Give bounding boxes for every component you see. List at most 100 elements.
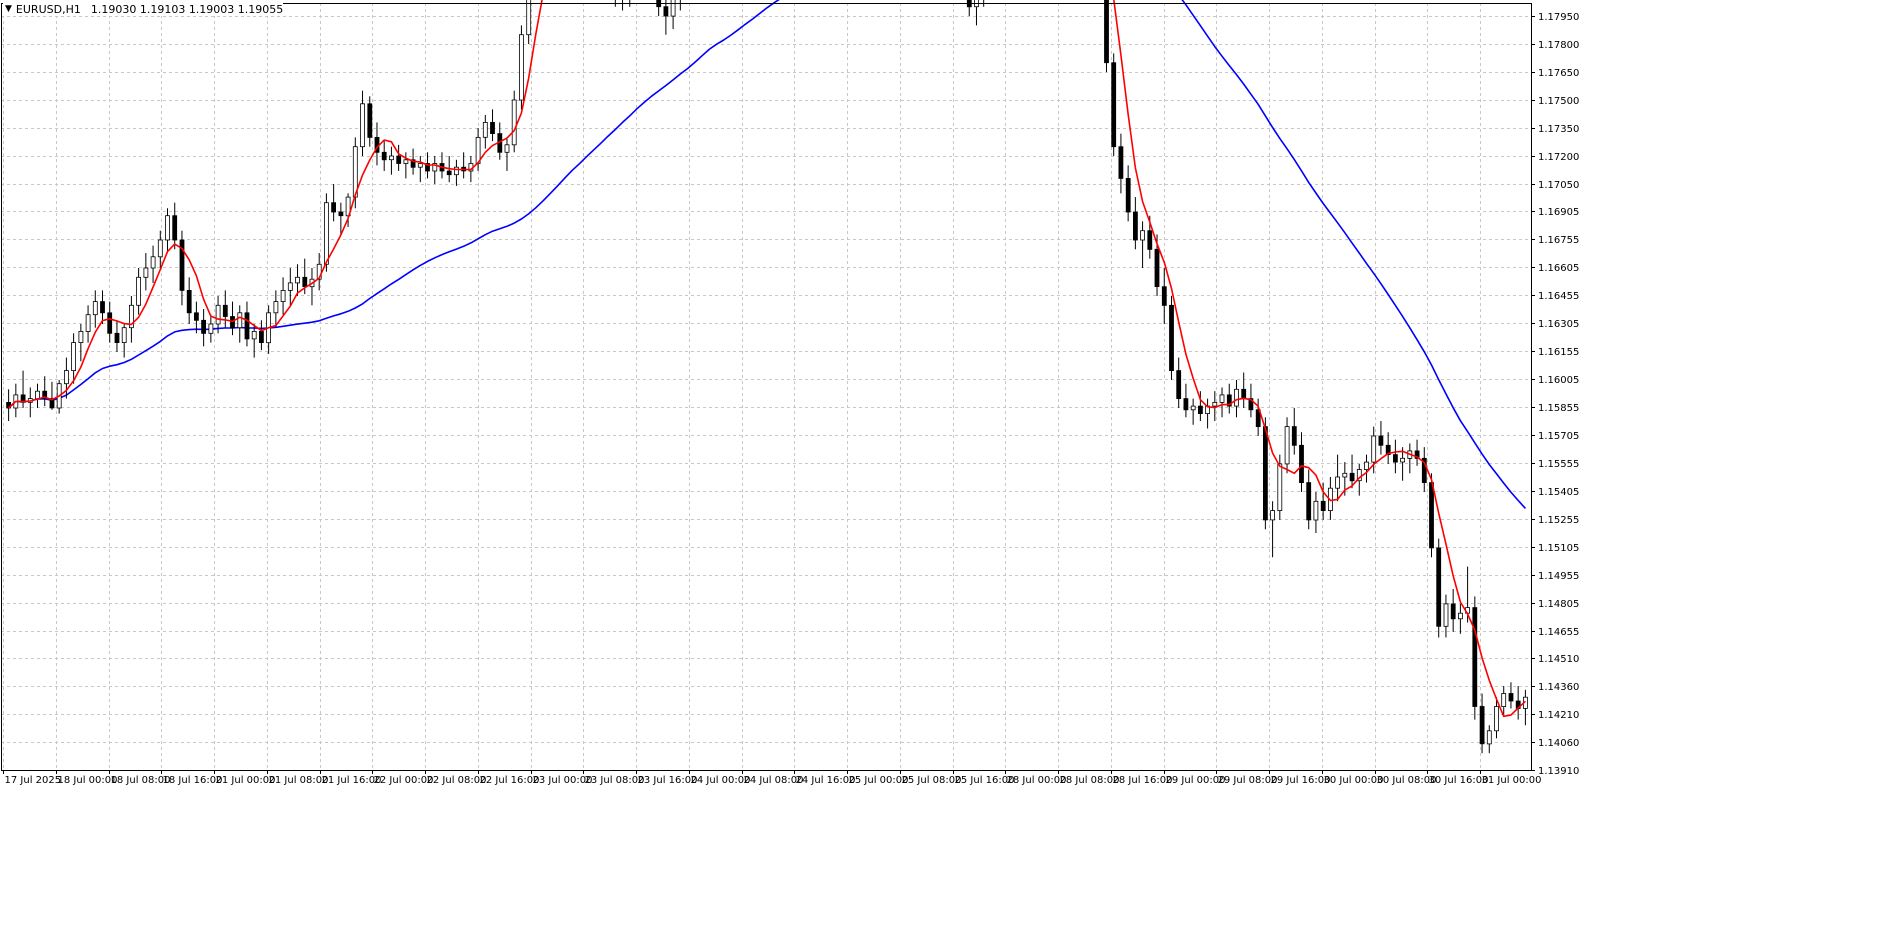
candles <box>6 0 1528 754</box>
price-tick-label: 1.17500 <box>1538 96 1579 107</box>
candle <box>417 156 423 183</box>
symbol-label: EURUSD,H1 <box>15 2 81 16</box>
price-tick-label: 1.16605 <box>1538 263 1579 274</box>
price-tick-label: 1.14360 <box>1538 682 1579 693</box>
candle-body-up <box>1234 388 1239 407</box>
price-tick-label: 1.14510 <box>1538 654 1579 665</box>
candle <box>511 90 517 153</box>
candle <box>1270 501 1275 558</box>
price-tick-label: 1.14655 <box>1538 627 1579 638</box>
candle <box>1479 693 1485 754</box>
candle-body-down <box>1104 0 1109 64</box>
candle-body-up <box>150 256 156 269</box>
candle-body-up <box>482 122 488 138</box>
candle-body-down <box>446 170 452 176</box>
price-tick-label: 1.16755 <box>1538 235 1579 246</box>
candle <box>1450 588 1456 632</box>
time-tick-label: 25 Jul 00:00 <box>849 775 909 786</box>
candle <box>114 320 120 352</box>
candle <box>165 208 170 254</box>
candle-body-down <box>1111 62 1117 148</box>
time-tick-label: 24 Jul 00:00 <box>691 775 751 786</box>
time-tick-label: 29 Jul 08:00 <box>1218 775 1278 786</box>
candle <box>201 309 207 347</box>
candle-body-down <box>107 312 113 334</box>
candle <box>42 376 48 407</box>
candle-body-up <box>1270 510 1275 521</box>
candle <box>121 323 127 358</box>
candle-body-down <box>1169 304 1174 371</box>
candle <box>1421 447 1427 492</box>
time-tick-label: 30 Jul 00:00 <box>1324 775 1384 786</box>
candle <box>1190 398 1196 425</box>
time-axis[interactable]: 17 Jul 202518 Jul 00:0018 Jul 08:0018 Ju… <box>3 770 1542 786</box>
time-tick-label: 18 Jul 16:00 <box>163 775 223 786</box>
time-tick-label: 25 Jul 08:00 <box>902 775 962 786</box>
moving-average-slow <box>8 0 1526 509</box>
candle <box>1219 387 1225 418</box>
candle <box>107 301 113 343</box>
candle <box>280 277 286 315</box>
candle <box>1306 469 1312 530</box>
candle-body-down <box>1118 146 1124 179</box>
candle <box>230 301 235 336</box>
candle <box>1378 421 1384 455</box>
price-tick-label: 1.16305 <box>1538 319 1579 330</box>
candle <box>331 184 337 222</box>
candle-body-down <box>114 332 120 343</box>
candle-body-down <box>1291 426 1297 446</box>
price-tick-label: 1.15105 <box>1538 543 1579 554</box>
candle-body-up <box>1371 435 1377 463</box>
candle-body-down <box>1263 426 1268 521</box>
candle <box>143 253 149 291</box>
price-tick-label: 1.14805 <box>1538 599 1579 610</box>
candle <box>136 267 142 315</box>
candle-body-up <box>1219 394 1225 403</box>
candle-body-up <box>388 155 394 161</box>
time-tick-label: 22 Jul 00:00 <box>374 775 434 786</box>
price-tick-label: 1.17200 <box>1538 152 1579 163</box>
time-tick-label: 18 Jul 00:00 <box>58 775 118 786</box>
candle <box>172 202 178 250</box>
candle <box>244 301 250 347</box>
candle-body-down <box>1479 706 1485 745</box>
ma-fast-line <box>8 0 1526 718</box>
ohlc-readout: 1.19030 1.19103 1.19003 1.19055 <box>90 2 284 16</box>
candle-body-down <box>1429 482 1434 549</box>
candle-body-down <box>186 289 192 314</box>
price-chart[interactable]: 1.17950 1.17800 1.17650 1.17500 1.17350 1.172… <box>0 0 1900 950</box>
candle-body-down <box>1183 398 1189 411</box>
candle <box>1183 383 1189 418</box>
candle <box>1472 596 1478 720</box>
candle <box>6 389 11 422</box>
candle <box>128 295 134 343</box>
candle-body-down <box>338 211 344 217</box>
candle-body-up <box>165 215 170 241</box>
time-tick-label: 28 Jul 00:00 <box>1007 775 1067 786</box>
price-tick-label: 1.17950 <box>1538 12 1579 23</box>
candle <box>186 277 192 324</box>
ma-slow-line <box>8 0 1526 509</box>
chart-window[interactable]: 1.17950 1.17800 1.17650 1.17500 1.17350 1.172… <box>0 0 1900 950</box>
triangle-down-icon[interactable]: ▼ <box>3 4 14 14</box>
candle <box>1284 417 1290 474</box>
candle <box>1133 197 1138 250</box>
candle-body-up <box>1277 463 1283 511</box>
candle-body-up <box>157 239 163 258</box>
candle-body-up <box>453 166 459 176</box>
candle-body-down <box>193 312 199 321</box>
candle-body-down <box>1176 370 1182 400</box>
price-tick-label: 1.14955 <box>1538 571 1579 582</box>
candle-body-up <box>215 304 221 325</box>
price-tick-label: 1.15555 <box>1538 459 1579 470</box>
candle-body-down <box>490 122 495 135</box>
price-axis[interactable]: 1.17950 1.17800 1.17650 1.17500 1.17350 1.172… <box>1531 12 1579 777</box>
candle <box>482 114 488 149</box>
candle-body-up <box>1284 426 1290 465</box>
time-tick-label: 29 Jul 16:00 <box>1271 775 1331 786</box>
time-tick-label: 22 Jul 08:00 <box>427 775 487 786</box>
time-tick-label: 31 Jul 00:00 <box>1482 775 1542 786</box>
candle <box>1125 165 1131 222</box>
candle <box>526 0 532 45</box>
candle <box>208 314 214 343</box>
